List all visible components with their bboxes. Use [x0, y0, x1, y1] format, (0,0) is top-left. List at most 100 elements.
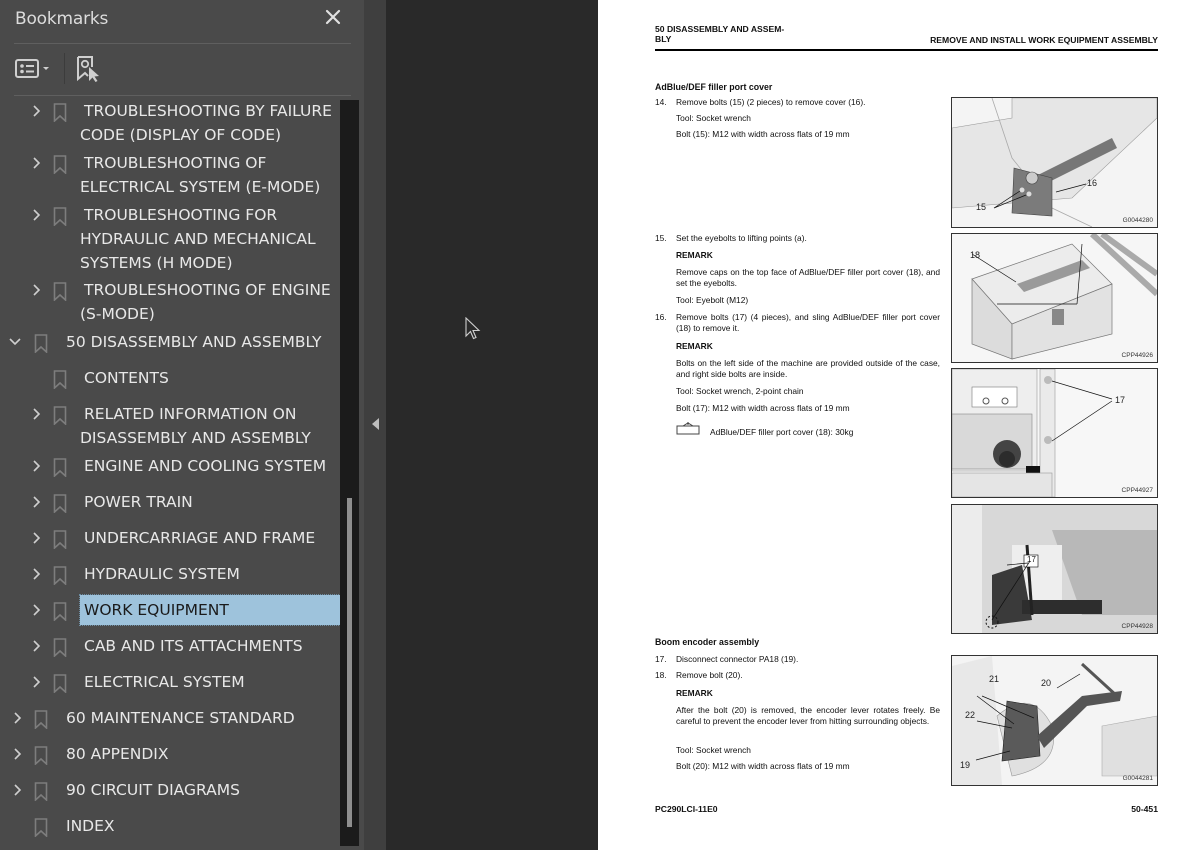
bookmark-label: TROUBLESHOOTING OF: [84, 154, 267, 172]
bookmark-icon: [53, 155, 67, 174]
step-number: 15.: [655, 233, 667, 243]
chevron-right-icon[interactable]: [31, 208, 43, 222]
chevron-right-icon[interactable]: [31, 459, 43, 473]
bookmark-icon: [34, 710, 48, 729]
bookmark-tree: TROUBLESHOOTING BY FAILURE CODE (DISPLAY …: [0, 97, 340, 850]
bookmark-icon: [53, 674, 67, 693]
weight-icon: [675, 421, 701, 440]
bookmark-label: DISASSEMBLY AND ASSEMBLY: [80, 429, 311, 447]
bolt-spec: Bolt (15): M12 with width across flats o…: [676, 129, 850, 139]
step-text: Disconnect connector PA18 (19).: [676, 654, 799, 664]
chevron-right-icon[interactable]: [31, 675, 43, 689]
figure-callout: 18: [970, 250, 981, 260]
figure-code: CPP44927: [1121, 487, 1153, 494]
tool-text: Tool: Socket wrench, 2-point chain: [676, 386, 804, 396]
chevron-right-icon[interactable]: [12, 747, 24, 761]
bookmark-label: HYDRAULIC SYSTEM: [84, 565, 240, 583]
figure-callout: 16: [1087, 178, 1098, 188]
find-current-bookmark-button[interactable]: [76, 55, 102, 88]
step-number: 17.: [655, 654, 667, 664]
divider: [14, 95, 351, 96]
bookmark-label: CAB AND ITS ATTACHMENTS: [84, 637, 303, 655]
remark-label: REMARK: [676, 688, 713, 698]
chevron-right-icon[interactable]: [31, 567, 43, 581]
bookmark-icon: [34, 334, 48, 353]
bookmark-label: ELECTRICAL SYSTEM (E-MODE): [80, 178, 321, 196]
footer-page-number: 50-451: [1131, 804, 1158, 814]
chevron-right-icon[interactable]: [31, 639, 43, 653]
chevron-right-icon[interactable]: [31, 156, 43, 170]
remark-text: After the bolt (20) is removed, the enco…: [676, 705, 940, 726]
bookmark-label: HYDRAULIC AND MECHANICAL: [80, 230, 316, 248]
chevron-right-icon[interactable]: [31, 603, 43, 617]
panel-title: Bookmarks: [15, 9, 109, 29]
bookmark-label: WORK EQUIPMENT: [79, 594, 340, 626]
remark-text: Bolts on the left side of the machine ar…: [676, 358, 940, 379]
bookmark-label: 50 DISASSEMBLY AND ASSEMBLY: [66, 333, 322, 351]
bookmark-icon: [53, 530, 67, 549]
step-text: Remove bolts (17) (4 pieces), and sling …: [676, 312, 940, 333]
figure-illustration: 15 16 G0044280: [951, 97, 1158, 228]
bookmark-icon: [53, 282, 67, 301]
close-icon: [325, 9, 341, 25]
bookmark-label: SYSTEMS (H MODE): [80, 254, 233, 272]
chevron-right-icon[interactable]: [31, 495, 43, 509]
chevron-right-icon[interactable]: [12, 711, 24, 725]
bookmark-icon: [53, 406, 67, 425]
bookmark-label: UNDERCARRIAGE AND FRAME: [84, 529, 316, 547]
bookmark-label: TROUBLESHOOTING BY FAILURE: [84, 102, 332, 120]
step-text: Set the eyebolts to lifting points (a).: [676, 233, 807, 243]
section-title: AdBlue/DEF filler port cover: [655, 82, 773, 92]
tool-text: Tool: Socket wrench: [676, 113, 751, 123]
figure-code: CPP44928: [1121, 623, 1153, 630]
figure-callout: 17: [1027, 555, 1036, 564]
header-chapter-line: 50 DISASSEMBLY AND ASSEM-: [655, 24, 785, 34]
scrollbar-thumb[interactable]: [347, 498, 352, 827]
remark-text: Remove caps on the top face of AdBlue/DE…: [676, 267, 940, 288]
step-number: 14.: [655, 97, 667, 107]
bookmark-icon: [53, 566, 67, 585]
bookmark-icon: [53, 638, 67, 657]
figure-code: G0044280: [1122, 217, 1153, 224]
bookmark-icon: [34, 782, 48, 801]
header-chapter: 50 DISASSEMBLY AND ASSEM- BLY: [655, 24, 784, 44]
chevron-right-icon[interactable]: [31, 407, 43, 421]
bookmark-label: TROUBLESHOOTING FOR: [84, 206, 278, 224]
chevron-right-icon[interactable]: [31, 283, 43, 297]
remark-label: REMARK: [676, 341, 713, 351]
chevron-right-icon[interactable]: [31, 531, 43, 545]
bookmark-label: ELECTRICAL SYSTEM: [84, 673, 245, 691]
divider: [14, 43, 351, 44]
mouse-pointer-icon: [465, 316, 481, 346]
figure-code: CPP44926: [1121, 352, 1153, 359]
bookmark-label: 90 CIRCUIT DIAGRAMS: [66, 781, 240, 799]
bolt-spec: Bolt (20): M12 with width across flats o…: [676, 761, 850, 771]
close-panel-button[interactable]: [322, 6, 344, 28]
chevron-down-icon[interactable]: [9, 335, 21, 349]
step-text: Remove bolts (15) (2 pieces) to remove c…: [676, 97, 866, 107]
bookmark-label: CODE (DISPLAY OF CODE): [80, 126, 282, 144]
bookmark-label: 60 MAINTENANCE STANDARD: [66, 709, 295, 727]
step-number: 18.: [655, 670, 667, 680]
bookmark-icon: [53, 602, 67, 621]
figure-illustration: 17 CPP44927: [951, 368, 1158, 498]
section-title: Boom encoder assembly: [655, 637, 760, 647]
bookmarks-panel: Bookmarks TROUBLESHOOTING BY FAILURE CODE…: [0, 0, 364, 850]
bookmark-label: CONTENTS: [84, 369, 169, 387]
header-rule: [655, 49, 1158, 51]
bookmark-label: RELATED INFORMATION ON: [84, 405, 297, 423]
find-current-bookmark-icon: [77, 56, 99, 82]
remark-label: REMARK: [676, 250, 713, 260]
tool-text: Tool: Socket wrench: [676, 745, 751, 755]
bookmark-icon: [53, 494, 67, 513]
collapse-panel-button[interactable]: [372, 417, 380, 435]
figure-callout: 17: [1115, 395, 1126, 405]
bookmark-icon: [53, 370, 67, 389]
bookmark-label: POWER TRAIN: [84, 493, 193, 511]
chevron-right-icon[interactable]: [12, 783, 24, 797]
figure-photo: 17 CPP44928: [951, 504, 1158, 634]
chevron-right-icon[interactable]: [31, 104, 43, 118]
bookmark-icon: [53, 458, 67, 477]
step-text: Remove bolt (20).: [676, 670, 743, 680]
bookmark-options-button[interactable]: [15, 58, 55, 85]
